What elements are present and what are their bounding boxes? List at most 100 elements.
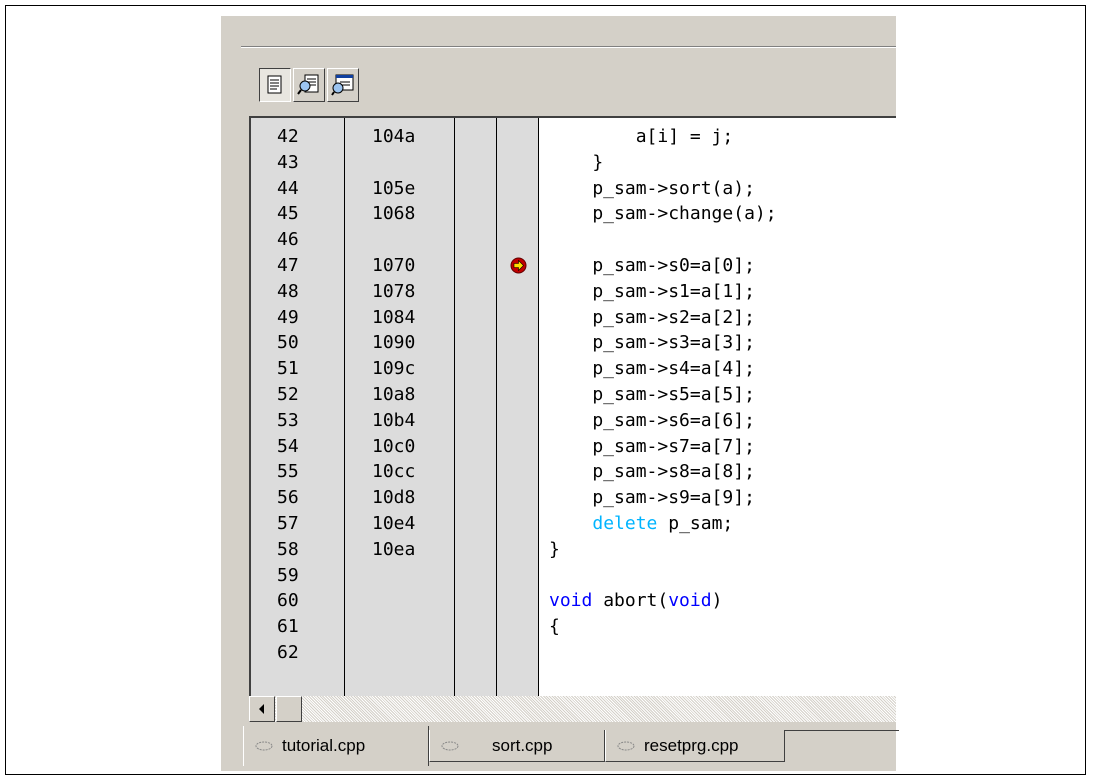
tab-tutorial-cpp[interactable]: tutorial.cpp <box>243 726 429 766</box>
source-line[interactable]: 56 10d8 p_sam->s9=a[9]; <box>251 485 896 511</box>
line-number: 47 <box>277 254 299 276</box>
line-number: 54 <box>277 435 299 457</box>
mixed-view-button[interactable] <box>293 68 325 102</box>
keyword-token: void <box>549 590 593 612</box>
line-number: 48 <box>277 280 299 302</box>
keyword-token: delete <box>592 512 658 534</box>
source-line[interactable]: 54 10c0 p_sam->s7=a[7]; <box>251 434 896 460</box>
source-line[interactable]: 57 10e4 delete p_sam; <box>251 511 896 537</box>
source-editor[interactable]: 42 104a a[i] = j; 43 } 44 105e p_sam->sort(a… <box>249 116 896 696</box>
source-lines: 42 104a a[i] = j; 43 } 44 105e p_sam->sort(a… <box>251 124 896 666</box>
line-number: 46 <box>277 229 299 251</box>
line-number: 55 <box>277 461 299 483</box>
line-address: 1078 <box>372 280 416 302</box>
source-line[interactable]: 43 } <box>251 150 896 176</box>
line-address: 10d8 <box>372 487 416 509</box>
line-address: 10b4 <box>372 409 416 431</box>
source-line[interactable]: 45 1068 p_sam->change(a); <box>251 201 896 227</box>
line-address: 104a <box>372 126 416 147</box>
source-view-icon <box>267 75 282 94</box>
code-text: delete p_sam; <box>592 512 734 534</box>
tab-sort-cpp[interactable]: sort.cpp <box>429 730 605 762</box>
line-address: 1084 <box>372 306 416 328</box>
line-number: 58 <box>277 538 299 560</box>
source-line[interactable]: 42 104a a[i] = j; <box>251 124 896 150</box>
tab-label: tutorial.cpp <box>282 736 366 755</box>
disassembly-view-button[interactable] <box>327 68 359 102</box>
source-line[interactable]: 62 <box>251 640 896 666</box>
code-text: p_sam->s7=a[7]; <box>549 435 755 457</box>
source-line[interactable]: 52 10a8 p_sam->s5=a[5]; <box>251 382 896 408</box>
line-number: 45 <box>277 203 299 225</box>
line-number: 57 <box>277 512 299 534</box>
editor-window: 42 104a a[i] = j; 43 } 44 105e p_sam->sort(a… <box>221 16 899 771</box>
line-number: 43 <box>277 151 299 173</box>
source-line[interactable]: 48 1078 p_sam->s1=a[1]; <box>251 279 896 305</box>
line-number: 61 <box>277 616 299 638</box>
line-number: 56 <box>277 487 299 509</box>
source-line[interactable]: 44 105e p_sam->sort(a); <box>251 176 896 202</box>
code-text: void abort(void) <box>549 590 723 612</box>
source-line[interactable]: 47 1070 p_sam->s0=a[0]; <box>251 253 896 279</box>
code-text: p_sam->sort(a); <box>549 177 755 199</box>
source-line[interactable]: 60 void abort(void) <box>251 588 896 614</box>
code-text: p_sam->s5=a[5]; <box>549 383 755 405</box>
current-pc-arrow-icon <box>510 257 527 274</box>
line-number: 51 <box>277 358 299 380</box>
code-text: } <box>549 151 604 173</box>
line-address: 10cc <box>372 461 416 483</box>
source-line[interactable]: 55 10cc p_sam->s8=a[8]; <box>251 459 896 485</box>
code-text: p_sam->s1=a[1]; <box>549 280 755 302</box>
code-text: a[i] = j; <box>549 126 734 147</box>
arrow-left-icon <box>259 704 264 714</box>
line-address: 105e <box>372 177 416 199</box>
code-text: p_sam->change(a); <box>549 203 777 225</box>
line-address: 1070 <box>372 254 416 276</box>
line-number: 50 <box>277 332 299 354</box>
source-line[interactable]: 53 10b4 p_sam->s6=a[6]; <box>251 408 896 434</box>
source-line[interactable]: 59 <box>251 563 896 589</box>
tab-label: resetprg.cpp <box>644 735 739 755</box>
keyword-token: void <box>668 590 712 612</box>
code-text: p_sam->s4=a[4]; <box>549 358 755 380</box>
tab-resetprg-cpp[interactable]: resetprg.cpp <box>605 730 785 762</box>
code-text: p_sam->s2=a[2]; <box>549 306 755 328</box>
line-number: 53 <box>277 409 299 431</box>
line-address: 10ea <box>372 538 416 560</box>
source-line[interactable]: 50 1090 p_sam->s3=a[3]; <box>251 330 896 356</box>
source-view-button[interactable] <box>259 68 291 102</box>
line-address: 1090 <box>372 332 416 354</box>
line-number: 62 <box>277 641 299 663</box>
code-text: } <box>549 538 560 560</box>
code-text: p_sam->s0=a[0]; <box>549 254 755 276</box>
line-address: 109c <box>372 358 416 380</box>
source-line[interactable]: 61 { <box>251 614 896 640</box>
file-icon <box>255 741 273 751</box>
line-number: 52 <box>277 383 299 405</box>
source-line[interactable]: 49 1084 p_sam->s2=a[2]; <box>251 305 896 331</box>
code-text: { <box>549 616 560 638</box>
scroll-left-button[interactable] <box>249 696 275 722</box>
tab-label: sort.cpp <box>492 735 553 755</box>
code-text: p_sam->s6=a[6]; <box>549 409 755 431</box>
code-text: p_sam->s3=a[3]; <box>549 332 755 354</box>
view-toolbar <box>259 68 359 104</box>
source-line[interactable]: 51 109c p_sam->s4=a[4]; <box>251 356 896 382</box>
code-text: p_sam->s9=a[9]; <box>549 487 755 509</box>
line-number: 59 <box>277 564 299 586</box>
horizontal-scrollbar[interactable] <box>249 696 896 722</box>
scroll-thumb[interactable] <box>276 696 302 722</box>
figure-frame: 42 104a a[i] = j; 43 } 44 105e p_sam->sort(a… <box>5 5 1086 775</box>
source-line[interactable]: 58 10ea} <box>251 537 896 563</box>
line-number: 42 <box>277 126 299 147</box>
line-address: 10a8 <box>372 383 416 405</box>
line-number: 44 <box>277 177 299 199</box>
line-address: 10c0 <box>372 435 416 457</box>
code-text: p_sam->s8=a[8]; <box>549 461 755 483</box>
line-number: 60 <box>277 590 299 612</box>
line-address: 1068 <box>372 203 416 225</box>
source-line[interactable]: 46 <box>251 227 896 253</box>
line-address: 10e4 <box>372 512 416 534</box>
disassembly-view-icon <box>331 74 354 96</box>
file-icon <box>441 741 459 750</box>
